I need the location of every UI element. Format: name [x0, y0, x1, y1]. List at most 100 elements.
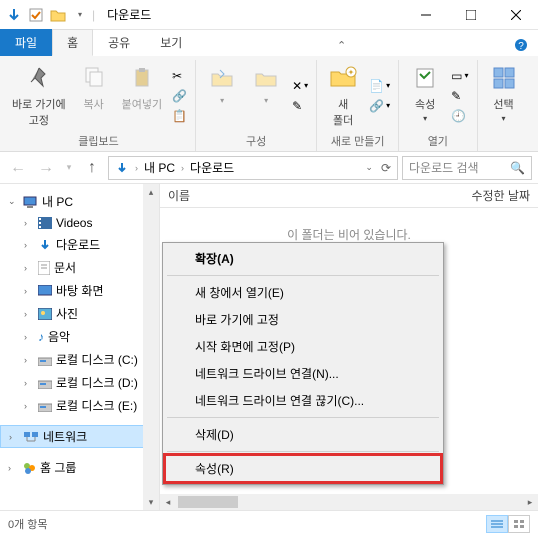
tree-item-disk-d[interactable]: › 로컬 디스크 (D:) — [0, 371, 159, 394]
menu-pin-start[interactable]: 시작 화면에 고정(P) — [165, 333, 441, 360]
tree-item-downloads[interactable]: › 다운로드 — [0, 233, 159, 256]
chevron-down-icon[interactable]: ⌄ — [8, 196, 18, 207]
chevron-right-icon[interactable]: › — [24, 286, 34, 296]
details-view-button[interactable] — [486, 515, 508, 533]
refresh-icon[interactable]: ⟳ — [381, 161, 391, 175]
desktop-icon — [38, 285, 52, 297]
pin-label: 바로 가기에 고정 — [12, 96, 66, 128]
menu-open-new-window[interactable]: 새 창에서 열기(E) — [165, 279, 441, 306]
scrollbar-thumb[interactable] — [178, 496, 238, 508]
nav-back-button[interactable]: ← — [6, 156, 30, 180]
video-icon — [38, 217, 52, 229]
tab-share[interactable]: 공유 — [93, 29, 145, 56]
homegroup-icon — [22, 461, 36, 475]
icons-view-button[interactable] — [508, 515, 530, 533]
address-dropdown-icon[interactable]: ⌄ — [365, 162, 373, 173]
chevron-right-icon[interactable]: › — [24, 218, 34, 228]
menu-properties[interactable]: 속성(R) — [165, 455, 441, 482]
titlebar: ▾ | 다운로드 — [0, 0, 538, 30]
breadcrumb[interactable]: › 내 PC › 다운로드 ⌄ ⟳ — [108, 156, 398, 180]
tree-label: 다운로드 — [56, 236, 100, 253]
ribbon-collapse-icon[interactable]: ⌃ — [337, 39, 356, 56]
tree-item-homegroup[interactable]: ›홈 그룹 — [0, 456, 159, 479]
help-icon[interactable]: ? — [514, 38, 538, 56]
search-input[interactable]: 다운로드 검색 🔍 — [402, 156, 532, 180]
cut-icon: ✂ — [172, 69, 182, 83]
clipboard-extras: ✂ 🔗 📋 — [170, 60, 189, 131]
tree-item-disk-c[interactable]: › 로컬 디스크 (C:) — [0, 348, 159, 371]
tree-item-disk-e[interactable]: ›로컬 디스크 (E:) — [0, 394, 159, 417]
chevron-right-icon[interactable]: › — [135, 163, 138, 173]
chevron-right-icon[interactable]: › — [24, 240, 34, 250]
tree-item-thispc[interactable]: ⌄ 내 PC — [0, 190, 159, 213]
disk-icon — [38, 377, 52, 389]
scroll-right-icon[interactable]: ▸ — [522, 494, 538, 510]
chevron-right-icon[interactable]: › — [24, 378, 34, 388]
chevron-right-icon[interactable]: › — [24, 263, 34, 273]
crumb-pc[interactable]: 내 PC — [144, 159, 175, 176]
scroll-up-icon[interactable]: ▴ — [143, 184, 159, 200]
qat-dropdown-icon[interactable]: ▾ — [72, 7, 88, 23]
disk-icon — [38, 354, 52, 366]
chevron-right-icon[interactable]: › — [24, 355, 34, 365]
tab-home[interactable]: 홈 — [52, 29, 93, 56]
ribbon-group-select: 선택 ▾ 선택 — [478, 60, 530, 151]
address-bar: ← → ▾ ↑ › 내 PC › 다운로드 ⌄ ⟳ 다운로드 검색 🔍 — [0, 152, 538, 184]
new-folder-button[interactable]: ✦ 새 폴더 — [323, 60, 363, 131]
checkbox-icon[interactable] — [28, 7, 44, 23]
crumb-downloads[interactable]: 다운로드 — [190, 159, 234, 176]
scroll-left-icon[interactable]: ◂ — [160, 494, 176, 510]
minimize-button[interactable] — [403, 0, 448, 30]
tree-label: 로컬 디스크 (C:) — [56, 351, 138, 368]
chevron-right-icon[interactable]: › — [9, 432, 19, 442]
properties-button[interactable]: 속성 ▾ — [405, 60, 445, 131]
menu-expand[interactable]: 확장(A) — [165, 245, 441, 272]
new-folder-icon: ✦ — [327, 62, 359, 94]
chevron-right-icon[interactable]: › — [8, 463, 18, 473]
empty-folder-message: 이 폴더는 비어 있습니다. — [160, 226, 538, 243]
pin-quickaccess-button[interactable]: 바로 가기에 고정 — [8, 60, 70, 131]
svg-text:?: ? — [518, 41, 524, 52]
copy-label: 복사 — [84, 96, 104, 112]
menu-separator — [167, 451, 439, 452]
maximize-button[interactable] — [448, 0, 493, 30]
tree-label: 로컬 디스크 (D:) — [56, 374, 138, 391]
chevron-right-icon[interactable]: › — [24, 401, 34, 411]
close-button[interactable] — [493, 0, 538, 30]
tab-view[interactable]: 보기 — [145, 29, 197, 56]
edit-icon: ✎ — [451, 89, 461, 103]
tree-scrollbar[interactable]: ▴ ▾ — [143, 184, 159, 510]
paste-shortcut-icon: 📋 — [172, 109, 187, 123]
move-to-button: ▾ — [202, 60, 242, 131]
menu-disconnect-network-drive[interactable]: 네트워크 드라이브 연결 끊기(C)... — [165, 387, 441, 414]
menu-map-network-drive[interactable]: 네트워크 드라이브 연결(N)... — [165, 360, 441, 387]
pc-icon — [22, 195, 38, 209]
column-modified[interactable]: 수정한 날짜 — [471, 187, 530, 204]
nav-recent-button[interactable]: ▾ — [62, 156, 76, 180]
chevron-right-icon[interactable]: › — [24, 332, 34, 342]
scroll-down-icon[interactable]: ▾ — [143, 494, 159, 510]
chevron-right-icon[interactable]: › — [24, 309, 34, 319]
list-h-scrollbar[interactable]: ◂ ▸ — [160, 494, 538, 510]
menu-pin-quick-access[interactable]: 바로 가기에 고정 — [165, 306, 441, 333]
folder-icon[interactable] — [50, 7, 66, 23]
menu-delete[interactable]: 삭제(D) — [165, 421, 441, 448]
history-icon: 🕘 — [451, 109, 466, 123]
pin-icon — [23, 62, 55, 94]
window-controls — [403, 0, 538, 30]
window-title: 다운로드 — [107, 6, 151, 23]
tab-file[interactable]: 파일 — [0, 29, 52, 56]
nav-tree[interactable]: ⌄ 내 PC ›Videos › 다운로드 ›문서 ›바탕 화면 ›사진 ›♪음악… — [0, 184, 160, 510]
tree-item-pictures[interactable]: ›사진 — [0, 302, 159, 325]
new-item-icon: 📄 — [369, 79, 384, 93]
select-all-button[interactable]: 선택 ▾ — [484, 60, 524, 131]
tree-item-videos[interactable]: ›Videos — [0, 213, 159, 233]
chevron-right-icon[interactable]: › — [181, 163, 184, 173]
tree-item-documents[interactable]: ›문서 — [0, 256, 159, 279]
tree-item-music[interactable]: ›♪음악 — [0, 325, 159, 348]
tree-item-network[interactable]: ›네트워크 — [0, 425, 159, 448]
copy-to-button: ▾ — [246, 60, 286, 131]
tree-item-desktop[interactable]: ›바탕 화면 — [0, 279, 159, 302]
column-name[interactable]: 이름 — [168, 187, 471, 204]
nav-up-button[interactable]: ↑ — [80, 156, 104, 180]
